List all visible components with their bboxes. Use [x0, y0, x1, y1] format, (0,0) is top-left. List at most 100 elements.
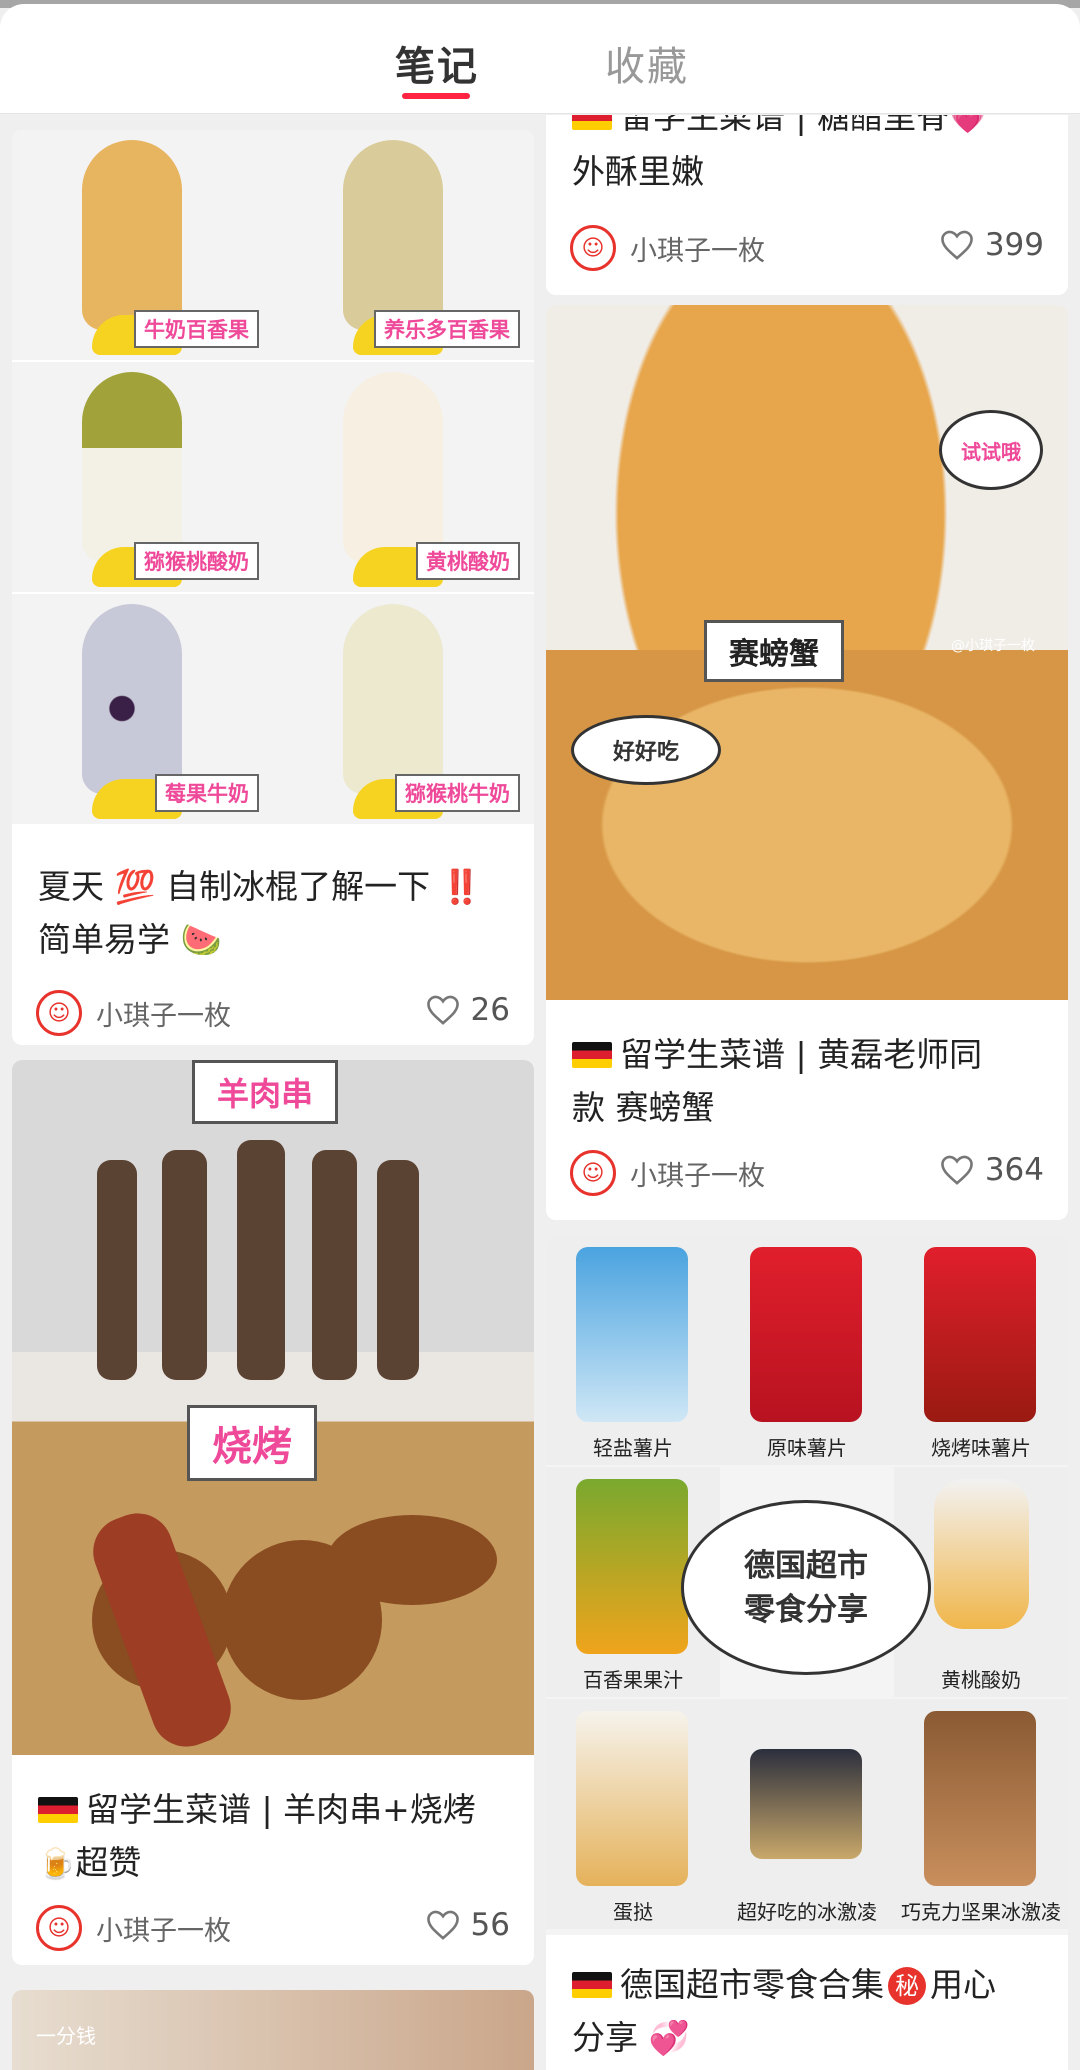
like-count: 56: [470, 1907, 510, 1943]
heart-icon: [940, 1155, 973, 1185]
popsicle-shape: [343, 604, 443, 794]
note-title: 留学生菜谱 | 糖醋里脊💗 外酥里嫩: [572, 115, 1042, 198]
speech-bubble: 试试哦: [939, 410, 1043, 490]
author-row[interactable]: ☺ 小琪子一枚: [36, 990, 231, 1036]
snack-caption: 黄桃酸奶: [941, 1668, 1021, 1692]
note-title-line: 🍺超赞: [38, 1836, 508, 1891]
title-text: 德国超市零食合集: [620, 1965, 884, 2004]
author-row[interactable]: ☺ 小琪子一枚: [570, 225, 765, 271]
like-count: 26: [470, 992, 510, 1028]
snack-photo: 轻盐薯片: [546, 1235, 720, 1465]
heart-emoji-icon: 💗: [949, 115, 987, 136]
secret-badge-icon: 秘: [888, 1967, 926, 2005]
snack-package: [924, 1711, 1036, 1886]
germany-flag-icon: [572, 115, 612, 130]
popsicle-shape: [82, 604, 182, 794]
note-title-line: 款 赛螃蟹: [572, 1088, 715, 1127]
snack-package: [576, 1711, 688, 1886]
popsicle-photo: 猕猴桃牛奶: [273, 594, 534, 824]
popsicle-shape: [343, 140, 443, 330]
note-card-ribs[interactable]: 留学生菜谱 | 糖醋里脊💗 外酥里嫩 ☺ 小琪子一枚 399: [546, 115, 1068, 295]
note-cover-image: 羊肉串 烧烤: [12, 1060, 534, 1755]
note-cover-image: 轻盐薯片 原味薯片 烧烤味薯片 百香果果汁 黄桃酸奶 蛋挞 超好吃的冰激凌 巧克…: [546, 1235, 1068, 1935]
snack-package: [576, 1247, 688, 1422]
author-name: 小琪子一枚: [96, 1915, 231, 1947]
title-text: 超赞: [75, 1843, 142, 1882]
snack-photo: 蛋挞: [546, 1699, 720, 1929]
author-row[interactable]: ☺ 小琪子一枚: [570, 1150, 765, 1196]
snack-caption: 原味薯片: [767, 1436, 847, 1460]
snack-caption: 蛋挞: [613, 1900, 653, 1924]
note-cover-image: 牛奶百香果 养乐多百香果 猕猴桃酸奶 黄桃酸奶 莓果牛奶 猕猴桃牛奶: [12, 130, 534, 825]
snack-caption: 百香果果汁: [583, 1668, 683, 1692]
snack-photo: 烧烤味薯片: [894, 1235, 1068, 1465]
note-card-crab[interactable]: 赛螃蟹 试试哦 好好吃 @小琪子一枚 留学生菜谱 | 黄磊老师同 款 赛螃蟹 ☺…: [546, 305, 1068, 1220]
author-name: 小琪子一枚: [630, 1160, 765, 1192]
note-title: 留学生菜谱 | 黄磊老师同 款 赛螃蟹: [572, 1028, 1042, 1134]
watermark-text: 一分钱: [36, 2024, 96, 2048]
popsicle-shape: [82, 140, 182, 330]
note-title: 留学生菜谱 | 羊肉串+烧烤 🍺超赞: [38, 1783, 508, 1891]
heart-icon: [426, 995, 459, 1025]
flavor-label: 黄桃酸奶: [416, 542, 520, 580]
author-name: 小琪子一枚: [630, 235, 765, 267]
avatar[interactable]: ☺: [36, 1905, 82, 1951]
bubble-text: 德国超市: [744, 1547, 868, 1584]
snack-photo: 巧克力坚果冰激凌: [894, 1699, 1068, 1929]
beer-icon: 🍺: [38, 1847, 76, 1882]
snack-package: [924, 1247, 1036, 1422]
note-title-line: 外酥里嫩: [572, 152, 704, 191]
title-text: 用心: [930, 1965, 996, 2004]
speech-bubble: 好好吃: [571, 715, 721, 785]
germany-flag-icon: [38, 1797, 78, 1823]
avatar[interactable]: ☺: [570, 1150, 616, 1196]
popsicle-photo: 黄桃酸奶: [273, 362, 534, 592]
like-button[interactable]: 364: [939, 1152, 1044, 1188]
flavor-label: 猕猴桃酸奶: [134, 542, 259, 580]
note-title: 夏天 💯 自制冰棍了解一下 ‼️ 简单易学 🍉: [38, 860, 508, 966]
avatar[interactable]: ☺: [570, 225, 616, 271]
note-title-line: 分享 💞: [572, 2018, 690, 2057]
like-button[interactable]: 56: [425, 1907, 510, 1943]
author-row[interactable]: ☺ 小琪子一枚: [36, 1905, 231, 1951]
note-title: 德国超市零食合集秘用心 分享 💞: [572, 1958, 1042, 2064]
notes-feed[interactable]: 牛奶百香果 养乐多百香果 猕猴桃酸奶 黄桃酸奶 莓果牛奶 猕猴桃牛奶 夏天 💯 …: [0, 115, 1080, 2070]
note-title-line: 德国超市零食合集秘用心: [572, 1958, 1042, 2011]
germany-flag-icon: [572, 1972, 612, 1998]
like-button[interactable]: 399: [939, 227, 1044, 263]
tab-notes[interactable]: 笔记: [395, 34, 479, 92]
heart-icon: [940, 230, 973, 260]
tab-favorites[interactable]: 收藏: [605, 34, 689, 92]
popsicle-photo: 莓果牛奶: [12, 594, 273, 824]
note-card-partial[interactable]: 一分钱: [12, 1990, 534, 2070]
flavor-label: 莓果牛奶: [155, 774, 259, 812]
snack-package: [576, 1479, 688, 1654]
avatar[interactable]: ☺: [36, 990, 82, 1036]
note-title-line: 留学生菜谱 | 黄磊老师同: [572, 1028, 1042, 1081]
snack-caption: 轻盐薯片: [593, 1436, 673, 1460]
bubble-text: 零食分享: [744, 1591, 868, 1628]
note-cover-image: 赛螃蟹 试试哦 好好吃 @小琪子一枚: [546, 305, 1068, 1000]
flavor-label: 养乐多百香果: [374, 310, 520, 348]
note-title-line: 夏天 💯 自制冰棍了解一下 ‼️: [38, 867, 482, 906]
flavor-label: 牛奶百香果: [134, 310, 259, 348]
snack-caption: 超好吃的冰激凌: [737, 1900, 877, 1924]
note-card-popsicle[interactable]: 牛奶百香果 养乐多百香果 猕猴桃酸奶 黄桃酸奶 莓果牛奶 猕猴桃牛奶 夏天 💯 …: [12, 130, 534, 1045]
note-title-line: 简单易学 🍉: [38, 920, 222, 959]
note-card-snacks[interactable]: 轻盐薯片 原味薯片 烧烤味薯片 百香果果汁 黄桃酸奶 蛋挞 超好吃的冰激凌 巧克…: [546, 1235, 1068, 2070]
image-watermark: @小琪子一枚: [951, 638, 1035, 654]
like-button[interactable]: 26: [425, 992, 510, 1028]
author-name: 小琪子一枚: [96, 1000, 231, 1032]
title-text: 留学生菜谱 | 黄磊老师同: [620, 1035, 983, 1074]
heart-icon: [426, 1910, 459, 1940]
photo-label: 烧烤: [187, 1405, 317, 1481]
like-count: 364: [984, 1152, 1044, 1188]
photo-label: 羊肉串: [192, 1060, 339, 1124]
note-card-bbq[interactable]: 羊肉串 烧烤 留学生菜谱 | 羊肉串+烧烤 🍺超赞 ☺ 小琪子一枚 56: [12, 1060, 534, 1965]
snack-caption: 巧克力坚果冰激凌: [901, 1900, 1061, 1924]
snack-caption: 烧烤味薯片: [931, 1436, 1031, 1460]
crab-photo-lower: [546, 650, 1068, 1000]
flavor-label: 猕猴桃牛奶: [395, 774, 520, 812]
germany-flag-icon: [572, 1042, 612, 1068]
snack-photo: 超好吃的冰激凌: [720, 1699, 894, 1929]
